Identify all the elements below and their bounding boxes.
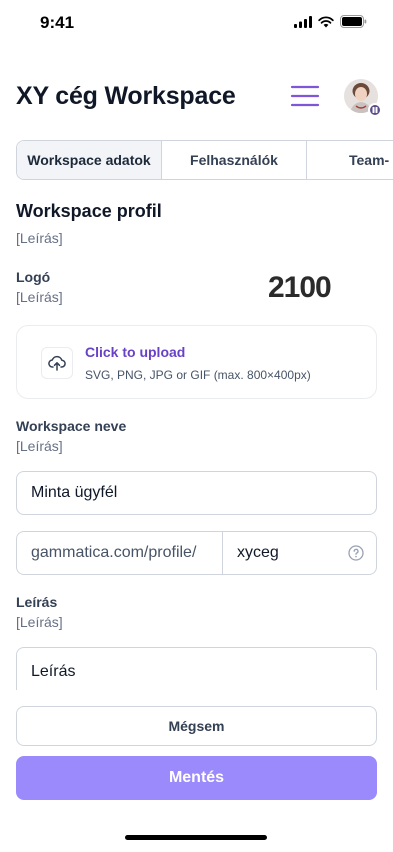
page-title: XY cég Workspace [16, 82, 236, 110]
save-button[interactable]: Mentés [16, 756, 377, 800]
menu-button[interactable] [290, 84, 320, 108]
battery-icon [340, 15, 367, 28]
signal-icon [294, 15, 312, 28]
url-prefix: gammatica.com/profile/ [17, 532, 223, 574]
logo-description: [Leírás] [16, 289, 63, 305]
upload-icon-wrapper [41, 347, 73, 379]
status-icons [294, 15, 367, 28]
logo-upload-dropzone[interactable]: Click to upload SVG, PNG, JPG or GIF (ma… [16, 325, 377, 399]
upload-link[interactable]: Click to upload [85, 344, 185, 360]
description-label: Leírás [16, 594, 58, 610]
cancel-button[interactable]: Mégsem [16, 706, 377, 746]
description-hint: [Leírás] [16, 614, 63, 630]
company-logo: 2100 [268, 271, 332, 302]
section-description: [Leírás] [16, 230, 63, 246]
url-slug-input[interactable]: xyceg [223, 532, 376, 574]
avatar-badge [368, 103, 382, 117]
home-indicator [125, 835, 267, 840]
badge-icon [372, 107, 378, 113]
app-header: XY cég Workspace [0, 70, 393, 124]
workspace-name-label: Workspace neve [16, 418, 127, 434]
workspace-name-value: Minta ügyfél [31, 484, 118, 501]
section-title: Workspace profil [16, 201, 162, 221]
workspace-name-description: [Leírás] [16, 438, 63, 454]
workspace-name-input[interactable]: Minta ügyfél [16, 471, 377, 515]
tab-workspace-details[interactable]: Workspace adatok [17, 141, 162, 179]
tab-users[interactable]: Felhasználók [162, 141, 307, 179]
description-value: Leírás [31, 663, 76, 680]
upload-cloud-icon [48, 355, 66, 371]
profile-url-group: gammatica.com/profile/ xyceg [16, 531, 377, 575]
url-slug-value: xyceg [237, 544, 279, 561]
tab-bar: Workspace adatok Felhasználók Team- [16, 140, 393, 180]
avatar[interactable] [344, 79, 382, 117]
status-bar: 9:41 [0, 0, 393, 46]
help-circle-icon[interactable] [348, 545, 364, 561]
hamburger-menu-icon [290, 85, 320, 107]
upload-hint: SVG, PNG, JPG or GIF (max. 800×400px) [85, 368, 311, 382]
company-logo-text: 2100 [268, 271, 331, 302]
logo-label: Logó [16, 269, 51, 285]
tab-team[interactable]: Team- [307, 141, 393, 179]
status-time: 9:41 [40, 13, 75, 32]
wifi-icon [318, 15, 334, 27]
